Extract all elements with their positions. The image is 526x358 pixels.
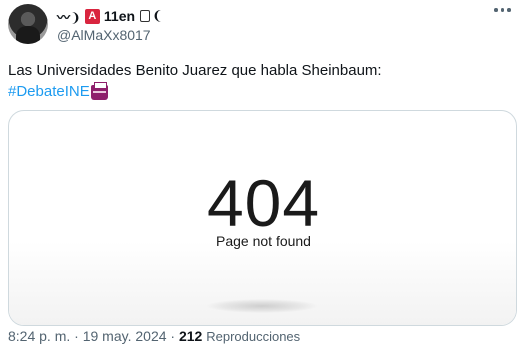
more-icon[interactable]	[494, 8, 511, 12]
tweet-text: Las Universidades Benito Juarez que habl…	[8, 62, 382, 79]
media-card[interactable]: 404 Page not found	[8, 110, 517, 326]
card-shadow	[207, 299, 317, 313]
error-code: 404	[206, 166, 321, 240]
more-dot	[507, 8, 511, 12]
name-badge-letter: A	[84, 8, 100, 24]
more-dot	[500, 8, 504, 12]
hashtag-row: #DebateINE	[8, 81, 108, 102]
box-glyph-icon	[140, 10, 151, 22]
display-name[interactable]: 〰❩ A 11en ❨	[57, 7, 163, 25]
avatar[interactable]	[8, 4, 48, 44]
display-name-text: 11en	[103, 8, 136, 24]
views-label: Reproducciones	[206, 329, 301, 344]
user-handle[interactable]: @AlMaXx8017	[57, 27, 151, 43]
tweet-time[interactable]: 8:24 p. m.	[8, 328, 70, 344]
meta-separator: ·	[170, 328, 176, 344]
card-floor	[9, 241, 516, 325]
name-suffix-glyph: ❨	[152, 8, 163, 23]
hashtag-link[interactable]: #DebateINE	[8, 82, 90, 102]
error-message: Page not found	[216, 233, 311, 249]
tweet-date[interactable]: 19 may. 2024	[83, 328, 167, 344]
tweet: 〰❩ A 11en ❨ @AlMaXx8017 Las Universidade…	[0, 0, 526, 358]
name-prefix-glyph: 〰❩	[57, 9, 81, 25]
tweet-meta: 8:24 p. m. · 19 may. 2024 · 212 Reproduc…	[8, 328, 300, 344]
meta-separator: ·	[74, 328, 79, 344]
views-count: 212	[178, 328, 203, 344]
more-dot	[494, 8, 498, 12]
ballot-box-icon	[90, 81, 108, 100]
